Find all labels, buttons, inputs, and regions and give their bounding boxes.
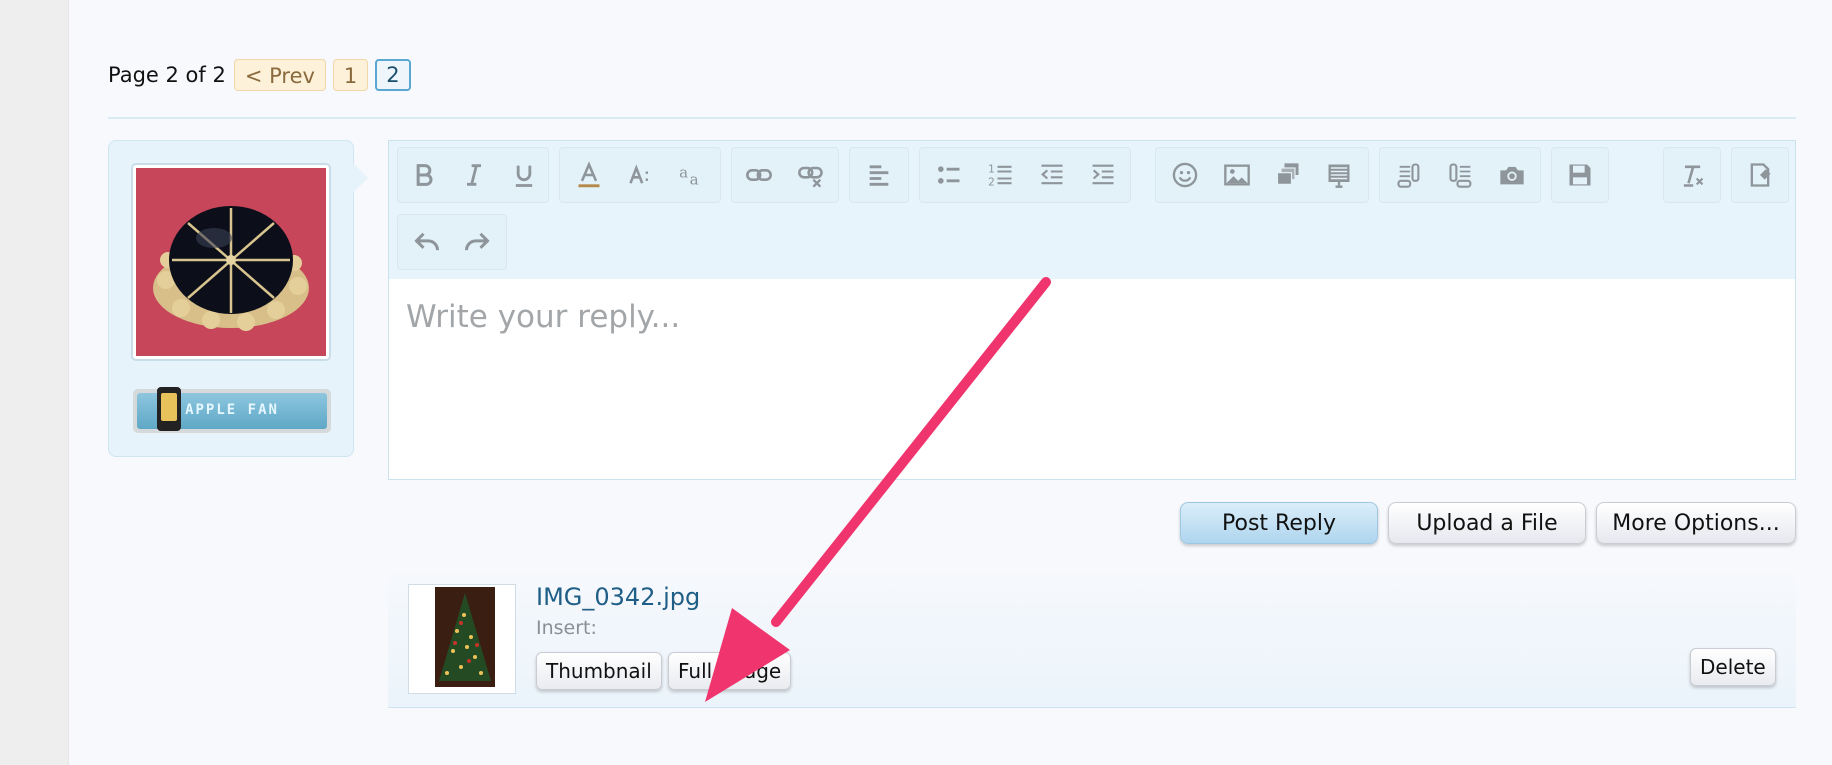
redo-icon[interactable] [452,215,502,269]
smilie-icon[interactable] [1160,148,1210,202]
bbcode-toggle-icon[interactable] [1735,148,1785,202]
prev-page-link[interactable]: < Prev [233,59,326,91]
toolbar-group-insert [1155,147,1369,203]
undo-icon[interactable] [402,215,452,269]
attachment-image [435,587,495,687]
avatar[interactable] [131,163,331,361]
bold-icon[interactable] [399,148,449,202]
bullet-list-icon[interactable] [924,148,974,202]
svg-text:2: 2 [988,177,995,189]
numbered-list-icon[interactable]: 12 [976,148,1026,202]
media-icon[interactable] [1263,148,1313,202]
unlink-icon[interactable] [786,148,836,202]
reply-textarea[interactable]: Write your reply... [389,279,1795,479]
indent-icon[interactable] [1078,148,1128,202]
link-icon[interactable] [734,148,784,202]
editor-toolbar: aa 12 [389,141,1795,280]
attachment-list: IMG_0342.jpg Insert: Thumbnail Full Imag… [388,573,1796,708]
toolbar-group-clear [1663,147,1721,203]
user-info-box: APPLE FAN [108,140,368,457]
align-left-icon[interactable] [854,148,904,202]
section-divider [108,117,1796,119]
delete-attachment-button[interactable]: Delete [1690,648,1776,686]
post-reply-button[interactable]: Post Reply [1180,502,1378,544]
php-icon[interactable] [1436,148,1486,202]
toolbar-group-align [849,147,909,203]
italic-icon[interactable] [449,148,499,202]
underline-icon[interactable] [499,148,549,202]
insert-thumbnail-button[interactable]: Thumbnail [536,652,662,690]
save-draft-icon[interactable] [1555,148,1605,202]
toolbar-group-bbcode [1731,147,1789,203]
svg-text:a: a [679,163,688,181]
speech-arrow [353,163,368,193]
avatar-image [136,168,326,356]
svg-text:a: a [690,170,699,188]
page-link-2-current[interactable]: 2 [375,59,411,91]
toolbar-group-formatting [397,147,549,203]
toolbar-group-font: aa [559,147,721,203]
reply-editor: aa 12 Write your reply... [388,140,1796,480]
attachment-filename-link[interactable]: IMG_0342.jpg [536,583,700,611]
quote-icon[interactable] [1314,148,1364,202]
insert-full-image-button[interactable]: Full Image [668,652,792,690]
attachment-thumbnail[interactable] [408,584,516,694]
screenshot-icon[interactable] [1487,148,1537,202]
image-icon[interactable] [1212,148,1262,202]
user-badge: APPLE FAN [133,387,331,433]
svg-text:1: 1 [988,164,995,176]
page-link-1[interactable]: 1 [332,59,369,91]
reply-placeholder: Write your reply... [406,299,681,335]
text-color-icon[interactable] [564,148,614,202]
toolbar-group-draft [1551,147,1609,203]
toolbar-group-code [1379,147,1541,203]
toolbar-group-lists: 12 [919,147,1131,203]
outdent-icon[interactable] [1027,148,1077,202]
pagination: Page 2 of 2 < Prev 1 2 [108,57,418,93]
left-gutter [0,0,69,765]
font-size-icon[interactable] [616,148,666,202]
page-info: Page 2 of 2 [108,63,226,87]
toolbar-group-link [731,147,839,203]
code-icon[interactable] [1384,148,1434,202]
toolbar-group-history [397,214,507,270]
font-family-icon[interactable]: aa [667,148,717,202]
upload-file-button[interactable]: Upload a File [1388,502,1586,544]
remove-format-icon[interactable] [1667,148,1717,202]
badge-label: APPLE FAN [185,402,279,418]
more-options-button[interactable]: More Options... [1596,502,1796,544]
insert-label: Insert: [536,617,597,639]
